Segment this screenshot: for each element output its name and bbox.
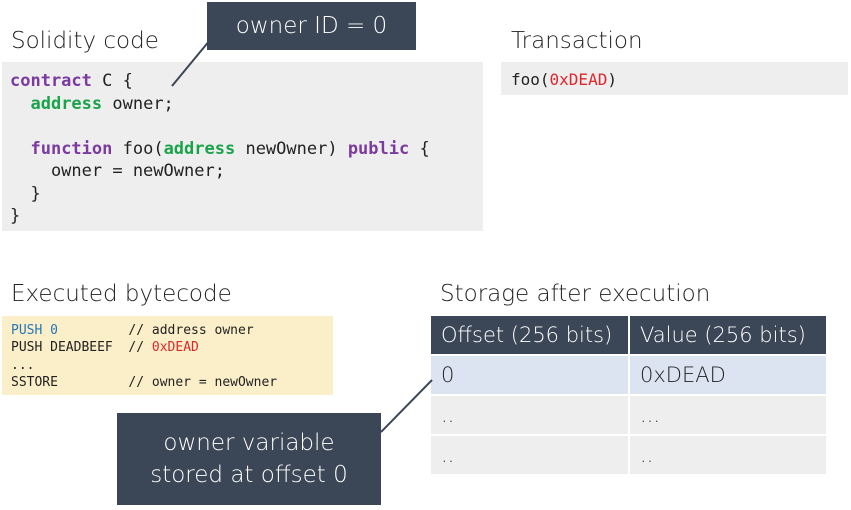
- connector-owner-variable: [380, 379, 433, 433]
- callout-line-2: stored at offset 0: [150, 462, 348, 488]
- connector-owner-id: [171, 39, 211, 87]
- callout-owner-variable: owner variable stored at offset 0: [117, 413, 381, 505]
- callout-line-1: owner variable: [163, 430, 335, 456]
- callout-owner-id: owner ID = 0: [207, 2, 416, 50]
